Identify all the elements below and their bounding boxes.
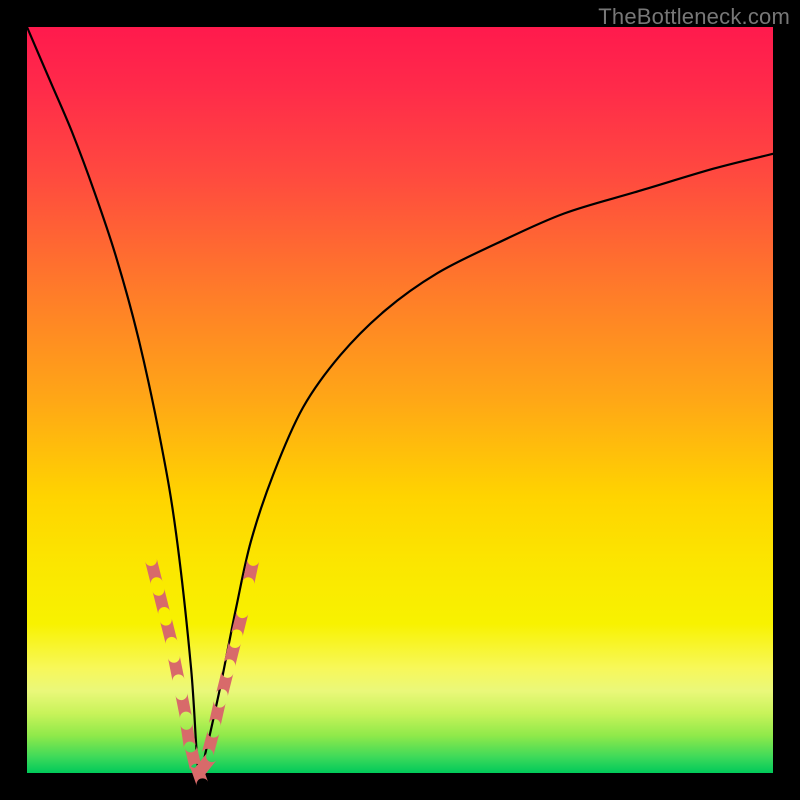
curve-marker <box>145 558 162 584</box>
curve-marker <box>160 618 177 644</box>
watermark-text: TheBottleneck.com <box>598 4 790 30</box>
marker-group <box>145 558 259 786</box>
bottleneck-curve <box>27 27 773 777</box>
curve-marker <box>180 723 195 749</box>
curve-marker <box>168 656 184 682</box>
curve-marker <box>175 693 191 719</box>
chart-frame: TheBottleneck.com <box>0 0 800 800</box>
chart-svg <box>27 27 773 773</box>
curve-marker <box>231 611 248 637</box>
curve-marker <box>153 588 170 614</box>
